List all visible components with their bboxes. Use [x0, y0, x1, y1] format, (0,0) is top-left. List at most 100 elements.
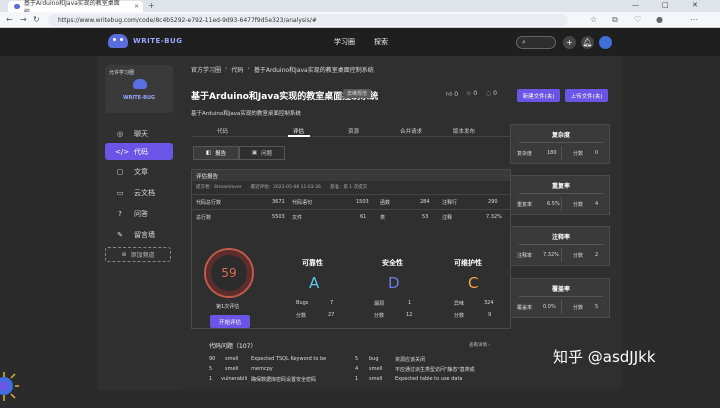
nav-learning-circle[interactable]: 学习圈 — [334, 37, 355, 47]
avatar[interactable] — [599, 36, 612, 49]
reliability-stat-label: Bugs — [296, 300, 309, 306]
minimize-icon[interactable]: — — [632, 1, 639, 9]
metric-value: 53 — [422, 214, 429, 220]
browser-tab[interactable]: 基于Arduino和Java实现的教室桌面控... × — [8, 0, 143, 16]
tab-releases[interactable]: 版本发布 — [453, 127, 475, 135]
like-counter[interactable]: 👍︎ 0 — [446, 90, 458, 98]
article-icon: ▢ — [116, 167, 124, 176]
menu-icon[interactable]: ⋯ — [690, 15, 698, 24]
card-stat-value: 7.32% — [543, 252, 559, 258]
reload-icon[interactable]: ↻ — [33, 15, 40, 24]
sidebar-item-chat[interactable]: ◎ 聊天 — [105, 125, 173, 142]
maintainability-heading: 可维护性 — [454, 259, 482, 267]
forward-icon[interactable]: → — [20, 15, 27, 24]
tab-merge-requests[interactable]: 合并请求 — [400, 127, 422, 135]
view-details-link[interactable]: 查看详情 › — [469, 342, 490, 348]
maintainability-score-value: 9 — [488, 312, 492, 318]
tab-close-icon[interactable]: × — [134, 3, 139, 10]
code-icon: </> — [115, 147, 130, 156]
segment-issues[interactable]: ▣ 问题 — [239, 146, 285, 160]
card-vertical-divider — [561, 146, 562, 160]
sidebar-item-code[interactable]: </> 代码 — [105, 143, 173, 160]
like-count: 0 — [454, 91, 459, 98]
profile-icon[interactable]: ● — [656, 15, 663, 24]
add-channel-label: 添加频道 — [130, 252, 155, 259]
metric-label: 代码总行数 — [196, 200, 222, 206]
issue-desc[interactable]: Expected table to use data — [395, 376, 462, 382]
issue-type: smell — [225, 356, 239, 362]
issue-count: 4 — [355, 366, 359, 372]
issue-type: smell — [369, 366, 383, 372]
breadcrumb-item[interactable]: 官方学习圈 — [191, 65, 221, 74]
logo-mark-icon — [108, 34, 128, 48]
issue-desc[interactable]: memcpy — [251, 366, 273, 372]
card-score-label: 分数 — [573, 202, 584, 208]
security-score-label: 分数 — [374, 313, 385, 319]
issue-desc[interactable]: 确保数据库密码设置安全密码 — [251, 376, 316, 383]
sidebar-item-message-wall[interactable]: ✎ 留言墙 — [105, 226, 173, 243]
collections-icon[interactable]: ♡ — [634, 15, 641, 24]
search-icon: ⌕ — [522, 38, 526, 46]
sidebar-item-label: 聊天 — [134, 129, 148, 138]
card-stat-label: 覆盖率 — [517, 305, 533, 311]
close-window-icon[interactable]: ✕ — [692, 1, 698, 9]
comment-counter[interactable]: ◌ 0 — [486, 90, 497, 97]
sidebar-item-label: 云文档 — [134, 188, 155, 197]
start-evaluation-button[interactable]: 开始评估 — [210, 315, 250, 328]
cover-caption: 允许学习圈 — [109, 70, 135, 76]
breadcrumb-item[interactable]: 代码 — [231, 65, 243, 74]
evaluation-report: 评估报告 提交者：Streamlover 最近评估：2023-05-08 11:… — [191, 169, 512, 329]
add-icon[interactable]: + — [563, 36, 576, 49]
metric-label: 注释 — [442, 215, 453, 221]
breadcrumb-separator-icon: › — [247, 65, 250, 72]
reliability-heading: 可靠性 — [302, 259, 323, 267]
issues-title: 代码问题（107） — [209, 343, 257, 350]
logo-text: WRITE-BUG — [133, 37, 183, 45]
project-description: 基于Arduino和Java实现的教室桌面控制系统 — [191, 111, 301, 117]
tab-evaluation[interactable]: 评估 — [293, 127, 304, 135]
issue-count: 5 — [209, 366, 213, 372]
tab-resources[interactable]: 资源 — [348, 127, 359, 135]
issue-type: bug — [369, 356, 379, 362]
nav-explore[interactable]: 探索 — [374, 37, 388, 47]
extensions-icon[interactable]: ⧉ — [612, 15, 618, 25]
segment-report[interactable]: ◧ 报告 — [193, 146, 239, 160]
tab-code[interactable]: 代码 — [217, 127, 228, 135]
new-tab-icon[interactable]: + — [148, 1, 155, 10]
maximize-icon[interactable]: □ — [662, 1, 669, 9]
upload-file-button[interactable]: 上传文件(夹) — [565, 89, 608, 102]
url-field[interactable]: https://www.writebug.com/code/8c4b5292-e… — [48, 14, 568, 26]
card-title: 覆盖率 — [551, 286, 570, 293]
comment-count: 0 — [493, 90, 497, 97]
project-tabs: 代码 评估 资源 合并请求 版本发布 — [191, 125, 511, 137]
search-input[interactable]: ⌕ — [516, 36, 556, 49]
sidebar-item-articles[interactable]: ▢ 文章 — [105, 163, 173, 180]
new-file-button[interactable]: 新建文件(夹) — [517, 89, 560, 102]
issue-desc[interactable]: Expected TSQL Keyword to be — [251, 356, 326, 362]
favorites-icon[interactable]: ☆ — [590, 15, 597, 24]
sidebar-item-cloud-docs[interactable]: ▭ 云文档 — [105, 184, 173, 201]
card-score-value: 2 — [595, 252, 599, 258]
add-channel-button[interactable]: ⊕ 添加频道 — [105, 247, 171, 262]
issue-desc[interactable]: 不应通过派生类型访问"静态"基类成 — [395, 366, 475, 373]
metric-value: 3671 — [272, 199, 285, 205]
card-score-label: 分数 — [573, 253, 584, 259]
reliability-score-value: 27 — [328, 312, 335, 318]
card-title: 复杂度 — [551, 132, 570, 139]
issue-desc[interactable]: 资源应该关闭 — [395, 356, 425, 363]
card-divider — [519, 244, 603, 245]
site-logo[interactable]: WRITE-BUG — [108, 34, 182, 48]
star-count: 0 — [473, 90, 478, 97]
watermark: 知乎 @asdJJkk — [553, 348, 656, 366]
metric-label: 类 — [380, 215, 386, 221]
bell-icon[interactable]: 🔔︎ — [581, 36, 594, 49]
star-counter[interactable]: ☆ 0 — [466, 90, 477, 97]
back-icon[interactable]: ← — [6, 15, 13, 24]
sidebar-item-qa[interactable]: ? 问答 — [105, 205, 173, 222]
breadcrumb: 官方学习圈 › 代码 › 基于Arduino和Java实现的教室桌面控制系统 — [191, 65, 374, 74]
channel-sidebar: 允许学习圈 WRITE-BUG ◎ 聊天 </> 代码 ▢ 文章 ▭ 云文档 ?… — [97, 56, 181, 390]
card-title: 注释率 — [551, 234, 570, 241]
reliability-grade: A — [309, 274, 320, 292]
tab-favicon-icon — [14, 4, 20, 9]
card-divider — [519, 296, 603, 297]
